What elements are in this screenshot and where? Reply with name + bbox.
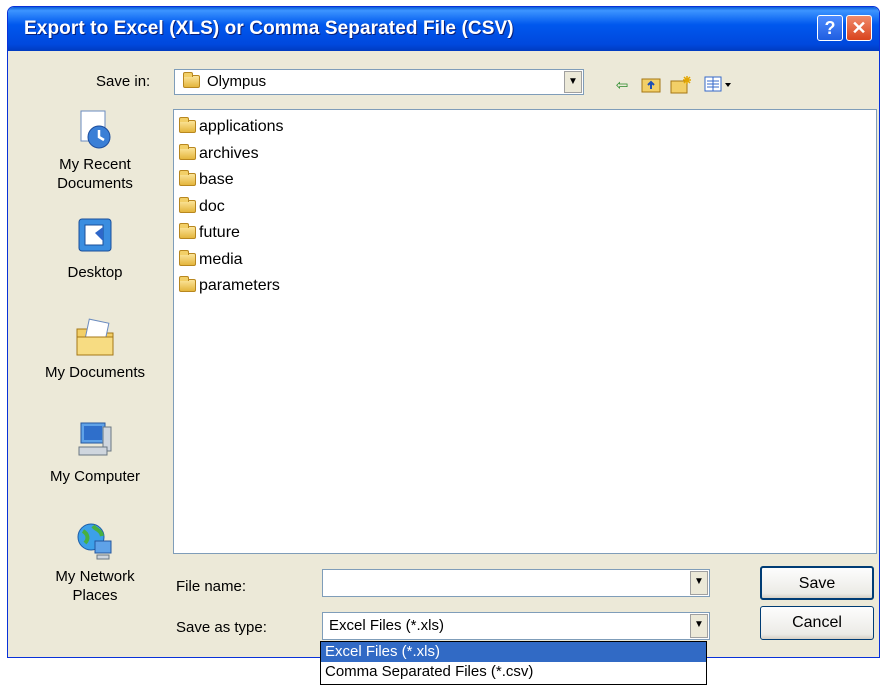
option-csv-files[interactable]: Comma Separated Files (*.csv) bbox=[321, 662, 706, 682]
file-name: media bbox=[199, 251, 243, 268]
new-folder-icon[interactable] bbox=[670, 75, 692, 97]
save-as-type-dropdown[interactable]: Excel Files (*.xls) ▼ bbox=[322, 612, 710, 640]
place-label: My Documents bbox=[44, 364, 146, 381]
up-folder-icon[interactable] bbox=[640, 75, 662, 97]
save-button[interactable]: Save bbox=[760, 566, 874, 600]
chevron-down-icon[interactable]: ▼ bbox=[690, 614, 708, 638]
save-in-label: Save in: bbox=[96, 73, 151, 90]
help-button[interactable]: ? bbox=[817, 15, 843, 41]
close-button[interactable]: ✕ bbox=[846, 15, 872, 41]
list-item[interactable]: parameters bbox=[179, 275, 280, 297]
back-icon[interactable]: ⇦ bbox=[611, 75, 633, 97]
save-in-dropdown[interactable]: Olympus ▼ bbox=[174, 69, 584, 95]
list-item[interactable]: archives bbox=[179, 143, 259, 165]
save-as-type-options[interactable]: Excel Files (*.xls) Comma Separated File… bbox=[320, 641, 707, 685]
file-name-input[interactable]: ▼ bbox=[322, 569, 710, 597]
save-in-value: Olympus bbox=[207, 73, 267, 90]
place-my-network-places[interactable]: My Network Places bbox=[16, 519, 174, 605]
place-my-computer[interactable]: My Computer bbox=[16, 419, 174, 486]
list-item[interactable]: applications bbox=[179, 116, 284, 138]
folder-icon bbox=[179, 250, 196, 267]
file-name: base bbox=[199, 171, 234, 188]
place-my-documents[interactable]: My Documents bbox=[16, 315, 174, 382]
list-item[interactable]: doc bbox=[179, 196, 225, 218]
close-icon: ✕ bbox=[851, 18, 867, 38]
title-bar[interactable]: Export to Excel (XLS) or Comma Separated… bbox=[8, 7, 879, 51]
places-bar: My Recent Documents Desktop My Documents bbox=[16, 107, 174, 652]
file-name: archives bbox=[199, 145, 259, 162]
folder-icon bbox=[179, 117, 196, 134]
place-label: My Network Places bbox=[55, 568, 135, 604]
save-as-type-label: Save as type: bbox=[176, 619, 267, 636]
chevron-down-icon[interactable]: ▼ bbox=[564, 71, 582, 93]
folder-icon bbox=[179, 170, 196, 187]
save-as-type-value: Excel Files (*.xls) bbox=[329, 617, 445, 634]
desktop-icon bbox=[78, 218, 112, 252]
file-name-label: File name: bbox=[176, 578, 247, 595]
place-label: Desktop bbox=[67, 264, 123, 281]
place-label: My Computer bbox=[49, 468, 141, 485]
network-places-icon bbox=[77, 523, 112, 560]
folder-icon bbox=[183, 72, 200, 88]
list-item[interactable]: future bbox=[179, 222, 240, 244]
folder-icon bbox=[179, 276, 196, 293]
folder-icon bbox=[179, 197, 196, 214]
recent-documents-icon bbox=[80, 110, 111, 149]
list-item[interactable]: media bbox=[179, 249, 243, 271]
views-menu-icon[interactable] bbox=[701, 75, 735, 97]
file-name: future bbox=[199, 224, 240, 241]
place-desktop[interactable]: Desktop bbox=[16, 215, 174, 282]
chevron-down-icon[interactable]: ▼ bbox=[690, 571, 708, 595]
file-name: applications bbox=[199, 118, 284, 135]
cancel-button[interactable]: Cancel bbox=[760, 606, 874, 640]
option-excel-files[interactable]: Excel Files (*.xls) bbox=[321, 642, 706, 662]
dialog-title: Export to Excel (XLS) or Comma Separated… bbox=[24, 18, 514, 39]
place-my-recent-documents[interactable]: My Recent Documents bbox=[16, 107, 174, 193]
export-dialog: Export to Excel (XLS) or Comma Separated… bbox=[7, 6, 880, 658]
folder-icon bbox=[179, 144, 196, 161]
file-list[interactable]: applications archives base doc future me… bbox=[173, 109, 877, 554]
folder-icon bbox=[179, 223, 196, 240]
my-computer-icon bbox=[78, 422, 112, 456]
place-label: My Recent Documents bbox=[57, 156, 133, 192]
my-documents-icon bbox=[76, 318, 114, 356]
list-item[interactable]: base bbox=[179, 169, 234, 191]
file-name: doc bbox=[199, 198, 225, 215]
file-name: parameters bbox=[199, 277, 280, 294]
